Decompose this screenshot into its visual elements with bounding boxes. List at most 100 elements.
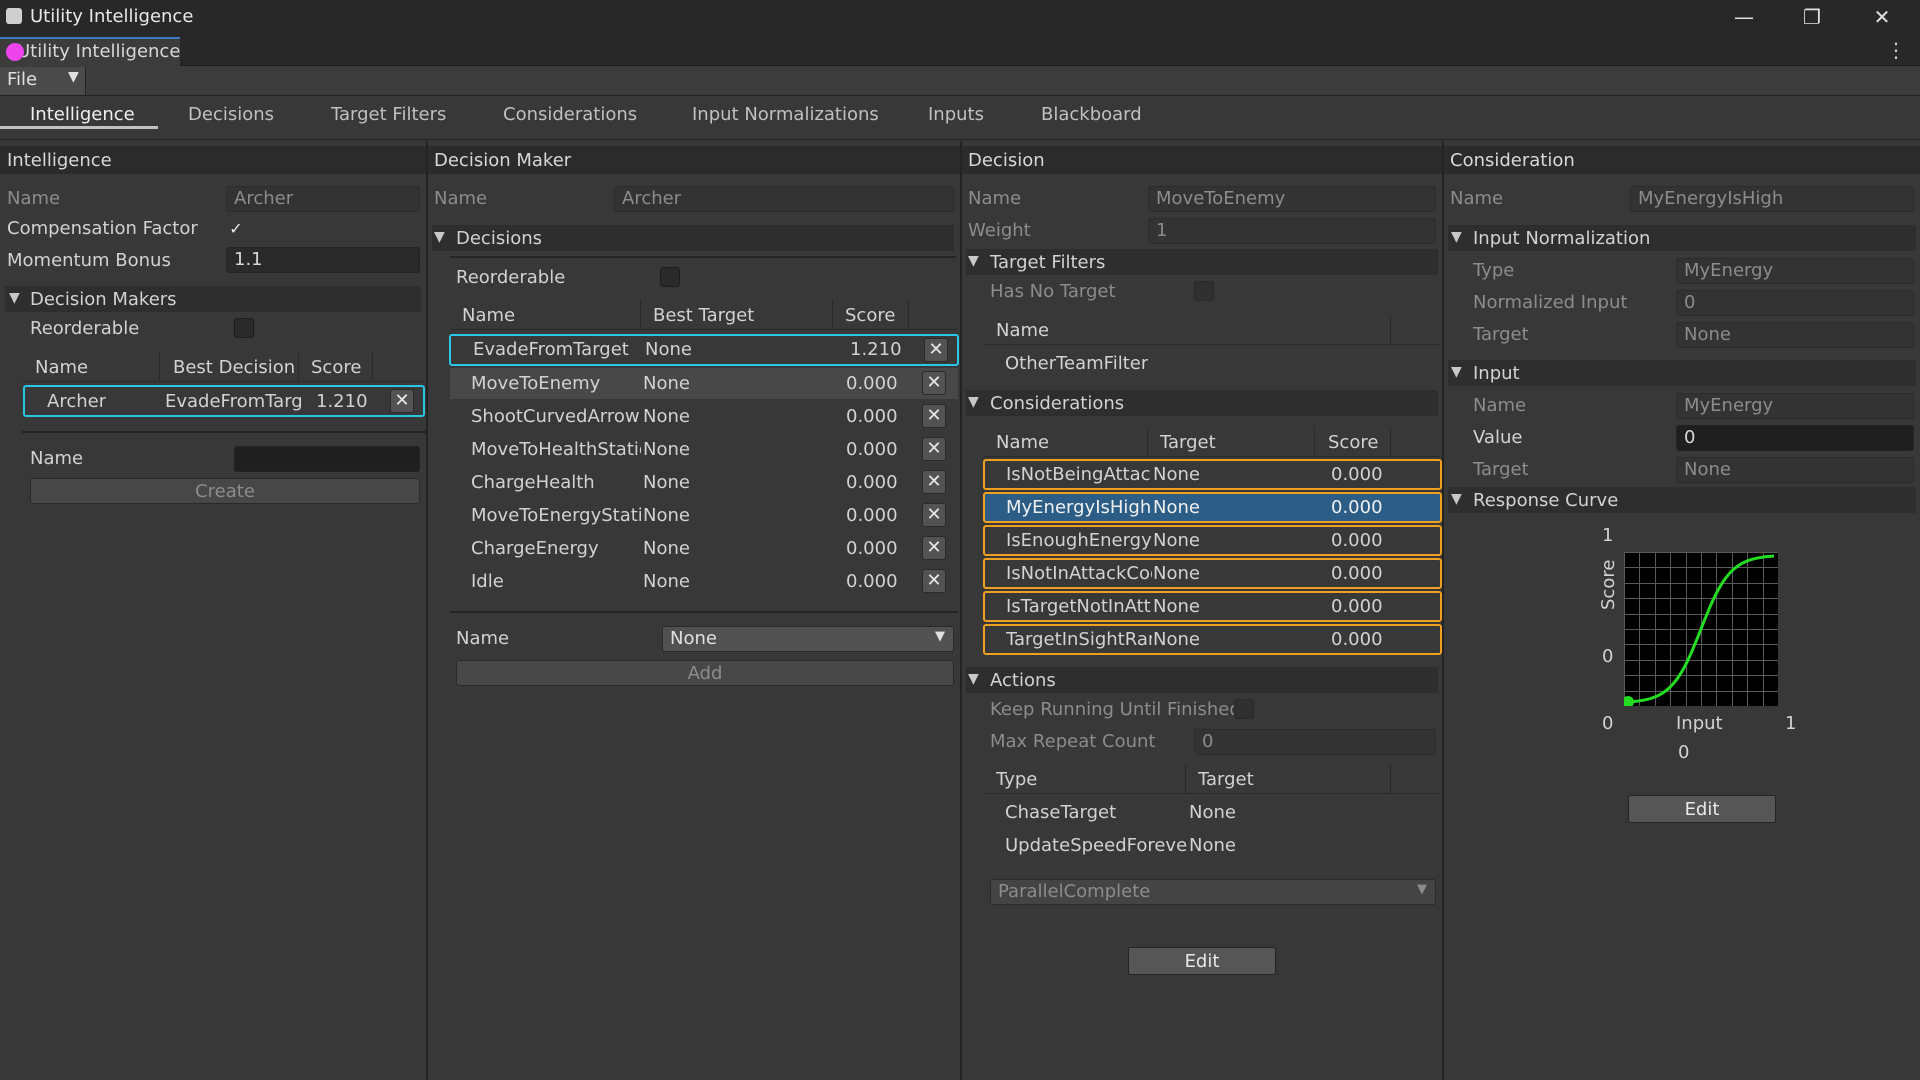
input-name-field[interactable]: MyEnergy (1676, 393, 1914, 419)
row-target: None (1153, 464, 1200, 485)
normalized-input-field[interactable]: 0 (1676, 290, 1914, 316)
consideration-edit-button[interactable]: Edit (1628, 795, 1776, 823)
row-best-decision: EvadeFromTarget (165, 391, 301, 412)
input-name-label: Name (1473, 395, 1527, 416)
column-header-score[interactable]: Score (845, 305, 895, 326)
type-field[interactable]: MyEnergy (1676, 258, 1914, 284)
tab-input-normalizations[interactable]: Input Normalizations (692, 104, 879, 125)
curve-y-min-label: 0 (1602, 646, 1614, 667)
row-name: MyEnergyIsHigh (1006, 497, 1152, 518)
row-score: 0.000 (846, 373, 898, 394)
decision-panel-title: Decision (968, 150, 1045, 171)
row-name: IsTargetNotInAttackRange (1006, 596, 1152, 617)
decision-edit-button[interactable]: Edit (1128, 947, 1276, 975)
compensation-factor-checkbox[interactable]: ✓ (226, 218, 246, 238)
column-header-target[interactable]: Target (1160, 432, 1216, 453)
column-header-name[interactable]: Name (462, 305, 515, 326)
column-divider (372, 352, 373, 382)
has-no-target-checkbox[interactable] (1194, 281, 1214, 301)
column-divider (832, 300, 833, 330)
input-section-label: Input (1473, 363, 1520, 384)
remove-icon[interactable]: ✕ (390, 389, 414, 413)
triangle-down-icon: ▼ (968, 394, 979, 410)
consideration-name-field[interactable]: MyEnergyIsHigh (1630, 186, 1914, 212)
remove-icon[interactable]: ✕ (922, 437, 946, 461)
column-header-best-decision[interactable]: Best Decision (173, 357, 295, 378)
tab-considerations[interactable]: Considerations (503, 104, 637, 125)
row-score: 0.000 (846, 538, 898, 559)
remove-icon[interactable]: ✕ (922, 569, 946, 593)
column-header-name[interactable]: Name (996, 320, 1049, 341)
remove-icon[interactable]: ✕ (922, 371, 946, 395)
action-row-type[interactable]: UpdateSpeedForever (1005, 835, 1187, 856)
normalization-target-field[interactable]: None (1676, 322, 1914, 348)
tab-intelligence[interactable]: Intelligence (30, 104, 135, 125)
add-button[interactable]: Add (456, 660, 954, 686)
row-name: MoveToHealthStation (471, 439, 641, 460)
response-curve-graph[interactable] (1624, 552, 1778, 706)
column-header-best-target[interactable]: Best Target (653, 305, 754, 326)
row-name: MoveToEnergyStation (471, 505, 641, 526)
row-target: None (1153, 497, 1200, 518)
create-button[interactable]: Create (30, 478, 420, 504)
row-name: IsEnoughEnergy (1006, 530, 1152, 551)
divider (450, 256, 956, 258)
active-tab-indicator (0, 126, 158, 129)
remove-icon[interactable]: ✕ (924, 338, 948, 362)
triangle-down-icon: ▼ (1451, 491, 1462, 507)
decision-name-field[interactable]: MoveToEnemy (1148, 186, 1436, 212)
max-repeat-count-label: Max Repeat Count (990, 731, 1156, 752)
remove-icon[interactable]: ✕ (922, 470, 946, 494)
row-name: IsNotInAttackCooldown (1006, 563, 1152, 584)
chevron-down-icon: ▼ (935, 629, 945, 644)
row-score: 1.210 (850, 339, 902, 360)
momentum-bonus-field[interactable]: 1.1 (226, 247, 420, 273)
more-options-icon[interactable]: ⋮ (1886, 38, 1906, 62)
weight-field[interactable]: 1 (1148, 218, 1436, 244)
decision-makers-label: Decision Makers (30, 289, 177, 310)
column-header-name[interactable]: Name (35, 357, 88, 378)
remove-icon[interactable]: ✕ (922, 503, 946, 527)
tab-blackboard[interactable]: Blackboard (1041, 104, 1142, 125)
input-target-field[interactable]: None (1676, 457, 1914, 483)
column-header-target[interactable]: Target (1198, 769, 1254, 790)
column-header-type[interactable]: Type (996, 769, 1037, 790)
tab-inputs[interactable]: Inputs (928, 104, 984, 125)
consideration-panel-title: Consideration (1450, 150, 1575, 171)
value-field[interactable]: 0 (1676, 425, 1914, 451)
add-decision-dropdown[interactable]: None ▼ (662, 626, 954, 652)
tab-decisions[interactable]: Decisions (188, 104, 274, 125)
keep-running-checkbox[interactable] (1234, 699, 1254, 719)
triangle-down-icon: ▼ (1451, 229, 1462, 245)
action-row-type[interactable]: ChaseTarget (1005, 802, 1187, 823)
triangle-down-icon: ▼ (434, 229, 445, 245)
minimize-icon[interactable]: — (1710, 0, 1778, 34)
considerations-label: Considerations (990, 393, 1125, 414)
column-header-score[interactable]: Score (311, 357, 361, 378)
row-name: IsNotBeingAttacked (1006, 464, 1152, 485)
divider (22, 431, 426, 433)
row-target: None (1153, 530, 1200, 551)
recording-dot-icon (6, 43, 24, 61)
new-decision-maker-name-input[interactable] (234, 446, 420, 472)
close-icon[interactable]: ✕ (1848, 0, 1916, 34)
triangle-down-icon: ▼ (9, 290, 20, 306)
row-name: Archer (47, 391, 107, 412)
row-name: TargetInSightRange (1006, 629, 1152, 650)
max-repeat-count-field[interactable]: 0 (1194, 729, 1436, 755)
add-decision-name-label: Name (456, 628, 510, 649)
restore-icon[interactable]: ❐ (1778, 0, 1846, 34)
target-filter-row[interactable]: OtherTeamFilter (1005, 353, 1148, 374)
intelligence-name-field[interactable]: Archer (226, 186, 420, 212)
column-divider (1185, 764, 1186, 794)
tab-target-filters[interactable]: Target Filters (331, 104, 446, 125)
execution-mode-dropdown[interactable]: ParallelComplete ▼ (990, 879, 1436, 905)
remove-icon[interactable]: ✕ (922, 536, 946, 560)
remove-icon[interactable]: ✕ (922, 404, 946, 428)
triangle-down-icon: ▼ (1451, 364, 1462, 380)
column-header-name[interactable]: Name (996, 432, 1049, 453)
reorderable-checkbox[interactable] (234, 318, 254, 338)
decision-maker-name-field[interactable]: Archer (614, 186, 954, 212)
reorderable-checkbox[interactable] (660, 267, 680, 287)
column-header-score[interactable]: Score (1328, 432, 1378, 453)
